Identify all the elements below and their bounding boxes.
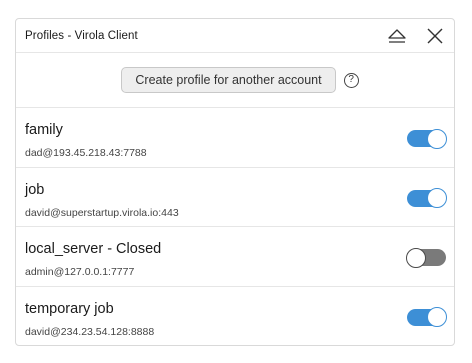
profile-row[interactable]: family dad@193.45.218.43:7788 [16,108,454,168]
profile-name: job [25,181,45,198]
profile-row[interactable]: job david@superstartup.virola.io:443 [16,168,454,227]
eject-button[interactable] [386,25,408,47]
close-icon [427,28,443,43]
profiles-window: Profiles - Virola Client Create profile … [15,18,455,346]
profile-row[interactable]: temporary job david@234.23.54.128:8888 [16,287,454,346]
title-actions [386,19,446,52]
profile-address: dad@193.45.218.43:7788 [25,147,147,159]
eject-icon [388,28,406,43]
create-profile-button[interactable]: Create profile for another account [121,67,336,93]
title-bar: Profiles - Virola Client [16,19,454,53]
toggle-knob [427,188,447,208]
profile-row[interactable]: local_server - Closed admin@127.0.0.1:77… [16,227,454,287]
toggle-knob [427,128,447,149]
profile-list: family dad@193.45.218.43:7788 job david@… [16,108,454,346]
close-button[interactable] [424,25,446,47]
profile-address: david@234.23.54.128:8888 [25,325,155,338]
profile-toggle[interactable] [407,128,447,149]
profile-toggle[interactable] [407,188,447,208]
profile-address: admin@127.0.0.1:7777 [25,266,135,278]
help-icon[interactable]: ? [343,72,359,88]
profile-name: temporary job [25,300,114,317]
profile-toggle[interactable] [407,307,447,327]
profile-toggle[interactable] [406,247,446,268]
window-title: Profiles - Virola Client [25,29,138,42]
toggle-knob [406,247,426,268]
toolbar: Create profile for another account ? [16,53,454,108]
profile-address: david@superstartup.virola.io:443 [25,206,179,219]
profile-name: family [25,122,63,138]
toggle-knob [427,307,447,327]
profile-name: local_server - Closed [25,241,162,257]
